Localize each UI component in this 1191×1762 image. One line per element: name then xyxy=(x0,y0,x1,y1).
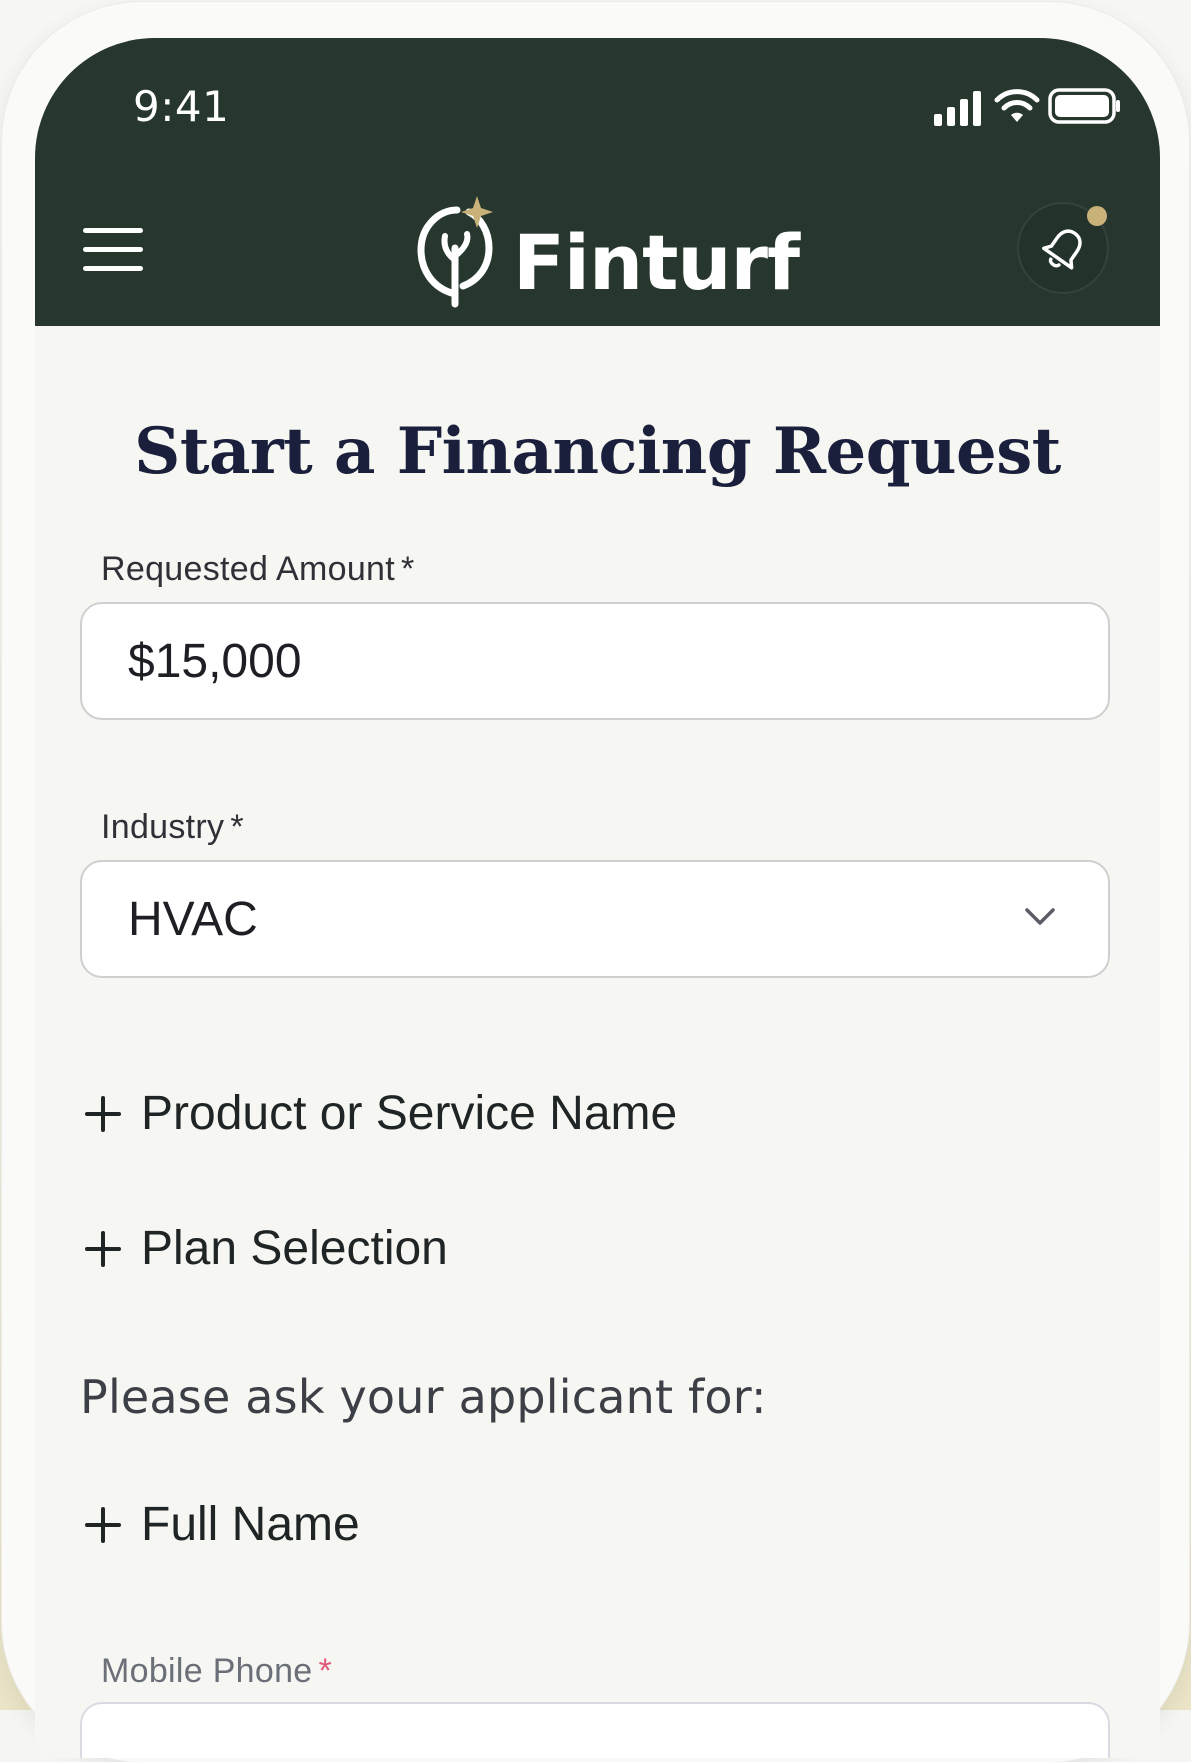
page-title: Start a Financing Request xyxy=(134,414,1061,489)
add-full-name-label: Full Name xyxy=(141,1498,360,1551)
add-full-name-button[interactable]: Full Name xyxy=(85,1497,360,1552)
required-marker: * xyxy=(401,550,415,588)
industry-value: HVAC xyxy=(128,892,258,946)
requested-amount-label: Requested Amount * xyxy=(101,550,415,589)
add-plan-selection-label: Plan Selection xyxy=(141,1222,448,1275)
requested-amount-value: $15,000 xyxy=(128,634,302,688)
phone-frame: 9:41 Finturf Start a Financing Request R… xyxy=(2,2,1189,1762)
menu-icon-bar xyxy=(83,228,143,233)
industry-label: Industry * xyxy=(101,808,244,847)
status-time: 9:41 xyxy=(133,82,230,131)
plus-icon xyxy=(85,1095,121,1132)
logo-mark-icon xyxy=(417,196,493,308)
mobile-phone-label: Mobile Phone * xyxy=(101,1652,332,1691)
plus-icon xyxy=(85,1506,121,1543)
form-content: Start a Financing Request Requested Amou… xyxy=(35,326,1160,1758)
industry-label-text: Industry xyxy=(101,808,225,846)
finturf-logo: Finturf xyxy=(417,196,800,308)
applicant-prompt: Please ask your applicant for: xyxy=(80,1370,767,1424)
chevron-down-icon xyxy=(1025,908,1055,925)
add-product-service-button[interactable]: Product or Service Name xyxy=(85,1086,677,1141)
phone-screen: 9:41 Finturf Start a Financing Request R… xyxy=(35,38,1160,1758)
menu-button[interactable] xyxy=(83,228,145,274)
menu-icon-bar xyxy=(83,247,143,252)
plus-icon xyxy=(85,1230,121,1267)
industry-select[interactable]: HVAC xyxy=(80,860,1110,978)
unread-dot xyxy=(1087,206,1107,226)
wifi-icon xyxy=(994,89,1040,122)
mobile-phone-input[interactable] xyxy=(80,1702,1110,1758)
add-product-service-label: Product or Service Name xyxy=(141,1087,678,1140)
mobile-phone-label-text: Mobile Phone xyxy=(101,1652,313,1690)
app-header: 9:41 Finturf xyxy=(35,38,1160,326)
menu-icon-bar xyxy=(83,266,143,271)
requested-amount-label-text: Requested Amount xyxy=(101,550,395,588)
logo-text: Finturf xyxy=(513,218,800,307)
battery-icon xyxy=(1048,88,1120,124)
signal-icon xyxy=(934,91,981,126)
required-marker: * xyxy=(230,808,244,846)
required-marker: * xyxy=(318,1652,333,1690)
add-plan-selection-button[interactable]: Plan Selection xyxy=(85,1221,448,1276)
requested-amount-input[interactable]: $15,000 xyxy=(80,602,1110,720)
bell-icon xyxy=(1042,229,1082,270)
